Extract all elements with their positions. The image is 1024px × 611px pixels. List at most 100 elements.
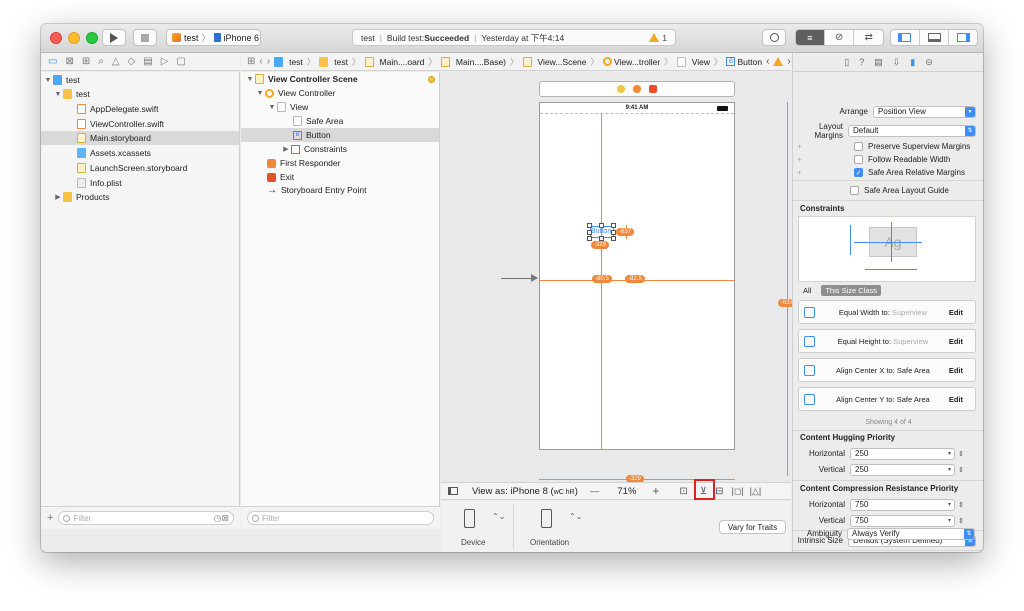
edit-button[interactable]: Edit [949,308,963,317]
nav-item-group[interactable]: ▶ Products [53,190,110,204]
orientation-phone-icon[interactable] [541,509,552,528]
outline-item-view-controller[interactable]: ▼ View Controller [255,86,336,100]
prev-issue-icon[interactable]: ‹ [766,56,769,67]
add-icon[interactable]: + [47,512,53,524]
compression-vertical-field[interactable]: 750 ▾ [850,514,955,527]
crumb-button[interactable]: B Button [726,57,762,67]
add-constraints-icon[interactable]: |◻| [732,486,744,497]
debug-icon[interactable]: ▤ [143,56,152,67]
constraint-card[interactable]: Equal Width to: Superview Edit [798,300,976,324]
view-controller-dock-icon[interactable] [617,85,625,93]
edit-button[interactable]: Edit [949,337,963,346]
nav-item-project[interactable]: ▼ test [43,73,80,87]
crumb-group[interactable]: test [319,56,348,67]
outline-filter-input[interactable]: Filter [247,511,434,525]
stepper-icon[interactable]: ⇕ [958,466,964,474]
plus-icon[interactable]: + [793,155,854,164]
report-icon[interactable]: ▢ [176,56,185,67]
zoom-in-button[interactable]: + [652,484,659,498]
toggle-debug-button[interactable] [918,30,949,45]
device-phone-icon[interactable] [464,509,475,528]
nav-item-file-selected[interactable]: Main.storyboard [41,131,239,145]
update-frames-icon[interactable]: ⊡ [679,486,687,497]
search-icon[interactable]: ⌕ [98,56,104,67]
crumb-controller[interactable]: View...troller [603,57,660,67]
readable-width-checkbox[interactable] [854,155,863,164]
size-inspector-icon[interactable]: ▮ [910,57,915,68]
standard-editor-button[interactable]: ≡ [796,30,824,45]
crumb-view[interactable]: View [676,56,710,67]
toggle-navigator-button[interactable] [891,30,919,45]
hugging-vertical-field[interactable]: 250 ▾ [850,463,955,476]
nav-item-file[interactable]: AppDelegate.swift [77,102,159,116]
minimize-window-button[interactable] [68,32,80,44]
segment-all[interactable]: All [803,286,811,295]
scene-dock[interactable] [539,81,735,97]
help-inspector-icon[interactable]: ? [859,57,864,67]
outline-item-entry-point[interactable]: → Storyboard Entry Point [267,183,367,197]
version-editor-button[interactable]: ⇄ [853,30,883,45]
nav-item-group[interactable]: ▼ test [53,87,90,101]
readable-width-row[interactable]: + Follow Readable Width [793,153,983,166]
segment-this-size-class[interactable]: This Size Class [821,284,882,296]
outline-item-button-selected[interactable]: B Button [241,128,439,142]
warning-icon[interactable] [773,57,784,66]
crumb-scene[interactable]: View...Scene [522,56,587,67]
close-window-button[interactable] [50,32,62,44]
crumb-project[interactable]: test [274,56,303,67]
first-responder-dock-icon[interactable] [633,85,641,93]
recent-files-icon[interactable]: ◷⊠ [214,513,229,524]
warning-badge[interactable]: 1 [649,33,667,43]
storyboard-canvas[interactable]: 9:41 AM Button -637 -329 -80.5 -82.5 -63… [441,72,797,483]
toggle-inspector-button[interactable] [948,30,977,45]
vary-for-traits-button[interactable]: Vary for Traits [719,520,786,534]
zoom-window-button[interactable] [86,32,98,44]
resize-handle[interactable] [599,223,604,228]
stop-button[interactable] [133,29,157,46]
hierarchy-icon[interactable]: ⊞ [82,56,90,67]
folder-icon[interactable]: ▭ [48,56,57,67]
resize-handle[interactable] [587,236,592,241]
plus-icon[interactable]: + [793,168,854,177]
breakpoint-icon[interactable]: ▷ [161,56,169,67]
outline-item-constraints[interactable]: ▶ Constraints [281,142,347,156]
constraint-card[interactable]: Equal Height to: Superview Edit [798,329,976,353]
preserve-margins-checkbox[interactable] [854,142,863,151]
crumb-base[interactable]: Main....Base) [440,56,506,67]
layout-margins-popup[interactable]: Default ⇅ [848,124,976,137]
file-inspector-icon[interactable]: ▯ [844,57,849,68]
back-icon[interactable]: ‹ [259,56,262,67]
ambiguity-popup[interactable]: Always Verify ⇅ [847,527,975,540]
orientation-stepper-icon[interactable]: ⌃⌄ [569,512,582,521]
outline-item-safe-area[interactable]: Safe Area [293,114,343,128]
nav-item-file[interactable]: LaunchScreen.storyboard [77,161,187,175]
resize-handle[interactable] [611,223,616,228]
source-control-icon[interactable]: ⊠ [65,56,73,67]
safe-area-guide-row[interactable]: Safe Area Layout Guide [793,184,983,197]
view-as-button[interactable]: View as: iPhone 8 (wC hR) [472,486,578,497]
edit-button[interactable]: Edit [949,366,963,375]
navigator-filter-input[interactable]: Filter ◷⊠ [58,511,234,525]
resize-handle[interactable] [611,236,616,241]
run-button[interactable] [102,29,126,46]
arrange-popup[interactable]: Position View ▾ [873,105,976,118]
library-button[interactable] [762,29,786,46]
preserve-margins-row[interactable]: + Preserve Superview Margins [793,140,983,153]
outline-scene-header[interactable]: ▼ View Controller Scene [245,72,435,86]
outline-item-exit[interactable]: Exit [267,170,294,184]
stepper-icon[interactable]: ⇕ [958,450,964,458]
stepper-icon[interactable]: ⇕ [958,501,964,509]
stepper-icon[interactable]: ⇕ [958,517,964,525]
safe-area-margins-row[interactable]: + ✓ Safe Area Relative Margins [793,166,983,179]
safe-area-guide-checkbox[interactable] [850,186,859,195]
safe-area-margins-checkbox[interactable]: ✓ [854,168,863,177]
nav-item-file[interactable]: ViewController.swift [77,117,164,131]
outline-item-first-responder[interactable]: First Responder [267,156,340,170]
resolve-issues-icon[interactable]: |△| [750,486,762,497]
connections-inspector-icon[interactable]: ⊝ [925,57,933,68]
zoom-out-button[interactable]: — [590,486,600,497]
related-items-icon[interactable]: ⊞ [247,56,255,67]
resize-handle[interactable] [587,223,592,228]
edit-button[interactable]: Edit [949,395,963,404]
nav-item-file[interactable]: Info.plist [77,176,122,190]
